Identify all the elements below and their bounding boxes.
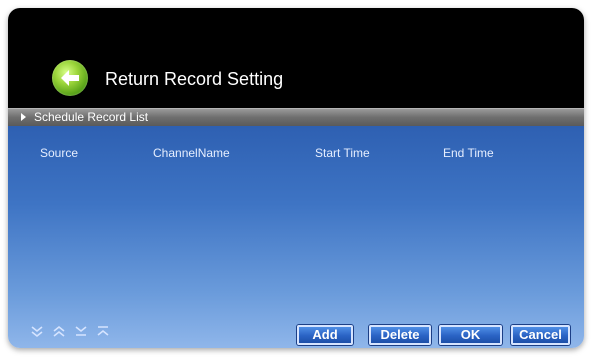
back-button[interactable] bbox=[52, 60, 88, 96]
last-page-icon[interactable] bbox=[74, 324, 88, 338]
column-header-start-time: Start Time bbox=[315, 146, 370, 160]
column-header-source: Source bbox=[40, 146, 79, 160]
section-title: Schedule Record List bbox=[34, 110, 149, 124]
header: Return Record Setting bbox=[8, 8, 584, 108]
ok-button[interactable]: OK bbox=[439, 325, 502, 345]
back-arrow-icon bbox=[61, 70, 79, 86]
page-title: Return Record Setting bbox=[105, 69, 284, 89]
page-up-icon[interactable] bbox=[52, 324, 66, 338]
column-header-end-time: End Time bbox=[443, 146, 494, 160]
add-button[interactable]: Add bbox=[297, 325, 353, 345]
column-header-channel-name: ChannelName bbox=[153, 146, 230, 160]
triangle-right-icon bbox=[21, 113, 26, 121]
record-setting-window: Return Record Setting Schedule Record Li… bbox=[8, 8, 584, 348]
schedule-list: Source ChannelName Start Time End Time A… bbox=[8, 126, 584, 348]
section-header: Schedule Record List bbox=[8, 108, 584, 126]
cancel-button[interactable]: Cancel bbox=[511, 325, 570, 345]
first-page-icon[interactable] bbox=[96, 324, 110, 338]
page-down-icon[interactable] bbox=[30, 324, 44, 338]
delete-button[interactable]: Delete bbox=[369, 325, 431, 345]
